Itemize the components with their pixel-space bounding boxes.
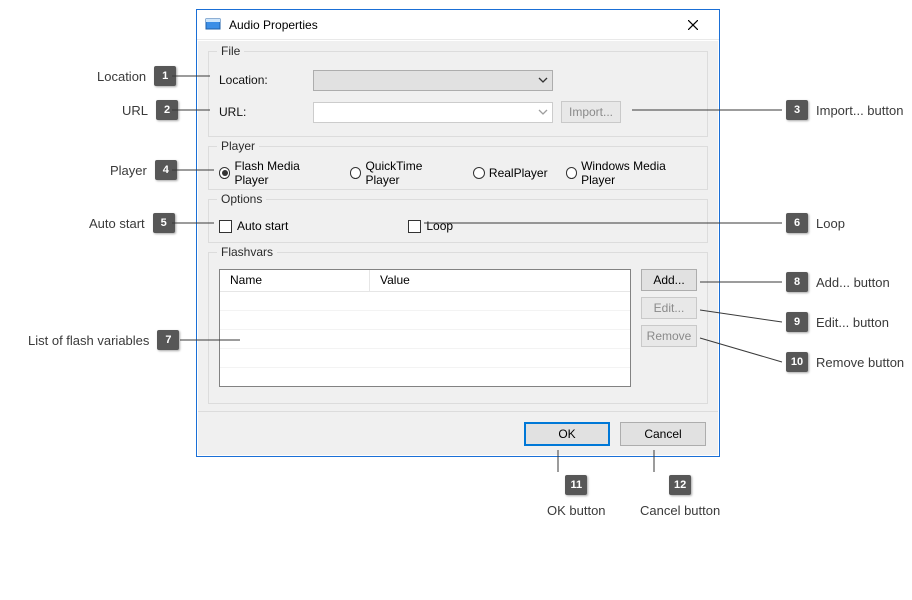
radio-label: Windows Media Player <box>581 159 697 187</box>
remove-button[interactable]: Remove <box>641 325 697 347</box>
callout-1: Location 1 <box>97 66 176 86</box>
callout-6: 6 Loop <box>786 213 845 233</box>
callout-2: URL 2 <box>122 100 178 120</box>
titlebar[interactable]: Audio Properties <box>197 10 719 40</box>
checkbox-icon <box>408 220 421 233</box>
callout-3: 3 Import... button <box>786 100 903 120</box>
location-combo[interactable] <box>313 70 553 91</box>
callout-badge: 11 <box>565 475 587 495</box>
callout-badge: 5 <box>153 213 175 233</box>
checkbox-icon <box>219 220 232 233</box>
chevron-down-icon <box>538 107 548 117</box>
radio-icon <box>350 167 361 179</box>
dialog-buttons: OK Cancel <box>198 411 718 455</box>
radio-label: Flash Media Player <box>234 159 332 187</box>
file-group-legend: File <box>217 44 244 58</box>
callout-badge: 8 <box>786 272 808 292</box>
flashvars-rows[interactable] <box>220 292 630 386</box>
callout-badge: 4 <box>155 160 177 180</box>
callout-badge: 9 <box>786 312 808 332</box>
flashvars-group-legend: Flashvars <box>217 245 277 259</box>
callout-badge: 1 <box>154 66 176 86</box>
flashvars-list[interactable]: Name Value <box>219 269 631 387</box>
options-group-legend: Options <box>217 192 266 206</box>
player-group: Player Flash Media Player QuickTime Play… <box>208 146 708 190</box>
callout-badge: 2 <box>156 100 178 120</box>
callout-7: List of flash variables 7 <box>28 330 179 350</box>
edit-button[interactable]: Edit... <box>641 297 697 319</box>
callout-10: 10 Remove button <box>786 352 904 372</box>
callout-badge: 10 <box>786 352 808 372</box>
options-group: Options Auto start Loop <box>208 199 708 243</box>
callout-9: 9 Edit... button <box>786 312 889 332</box>
player-group-legend: Player <box>217 139 259 153</box>
ok-button[interactable]: OK <box>524 422 610 446</box>
callout-11: 11 OK button <box>547 475 606 518</box>
callout-badge: 6 <box>786 213 808 233</box>
window-title: Audio Properties <box>229 18 318 32</box>
cancel-button[interactable]: Cancel <box>620 422 706 446</box>
loop-label: Loop <box>426 219 453 233</box>
client-area: File Location: URL: Import... Player <box>198 41 718 455</box>
callout-5: Auto start 5 <box>89 213 175 233</box>
col-name[interactable]: Name <box>220 270 370 291</box>
url-combo[interactable] <box>313 102 553 123</box>
chevron-down-icon <box>538 75 548 85</box>
col-value[interactable]: Value <box>370 270 630 291</box>
close-button[interactable] <box>673 12 713 38</box>
import-button[interactable]: Import... <box>561 101 621 123</box>
file-group: File Location: URL: Import... <box>208 51 708 137</box>
app-icon <box>205 17 221 33</box>
callout-badge: 7 <box>157 330 179 350</box>
add-button[interactable]: Add... <box>641 269 697 291</box>
flashvars-group: Flashvars Name Value Add... Edit... Remo… <box>208 252 708 404</box>
callout-badge: 3 <box>786 100 808 120</box>
radio-label: RealPlayer <box>489 166 548 180</box>
radio-icon <box>219 167 230 179</box>
autostart-checkbox[interactable]: Auto start <box>219 219 288 233</box>
loop-checkbox[interactable]: Loop <box>408 219 453 233</box>
flashvars-header: Name Value <box>220 270 630 292</box>
radio-icon <box>566 167 578 179</box>
location-label: Location: <box>219 73 313 87</box>
radio-icon <box>473 167 485 179</box>
radio-realplayer[interactable]: RealPlayer <box>473 166 548 180</box>
radio-flash-media-player[interactable]: Flash Media Player <box>219 159 332 187</box>
callout-8: 8 Add... button <box>786 272 890 292</box>
callout-badge: 12 <box>669 475 691 495</box>
url-label: URL: <box>219 105 313 119</box>
radio-label: QuickTime Player <box>365 159 454 187</box>
audio-properties-dialog: Audio Properties File Location: URL: <box>196 9 720 457</box>
close-icon <box>688 20 698 30</box>
radio-windows-media-player[interactable]: Windows Media Player <box>566 159 697 187</box>
callout-4: Player 4 <box>110 160 177 180</box>
radio-quicktime-player[interactable]: QuickTime Player <box>350 159 455 187</box>
autostart-label: Auto start <box>237 219 288 233</box>
callout-12: 12 Cancel button <box>640 475 720 518</box>
